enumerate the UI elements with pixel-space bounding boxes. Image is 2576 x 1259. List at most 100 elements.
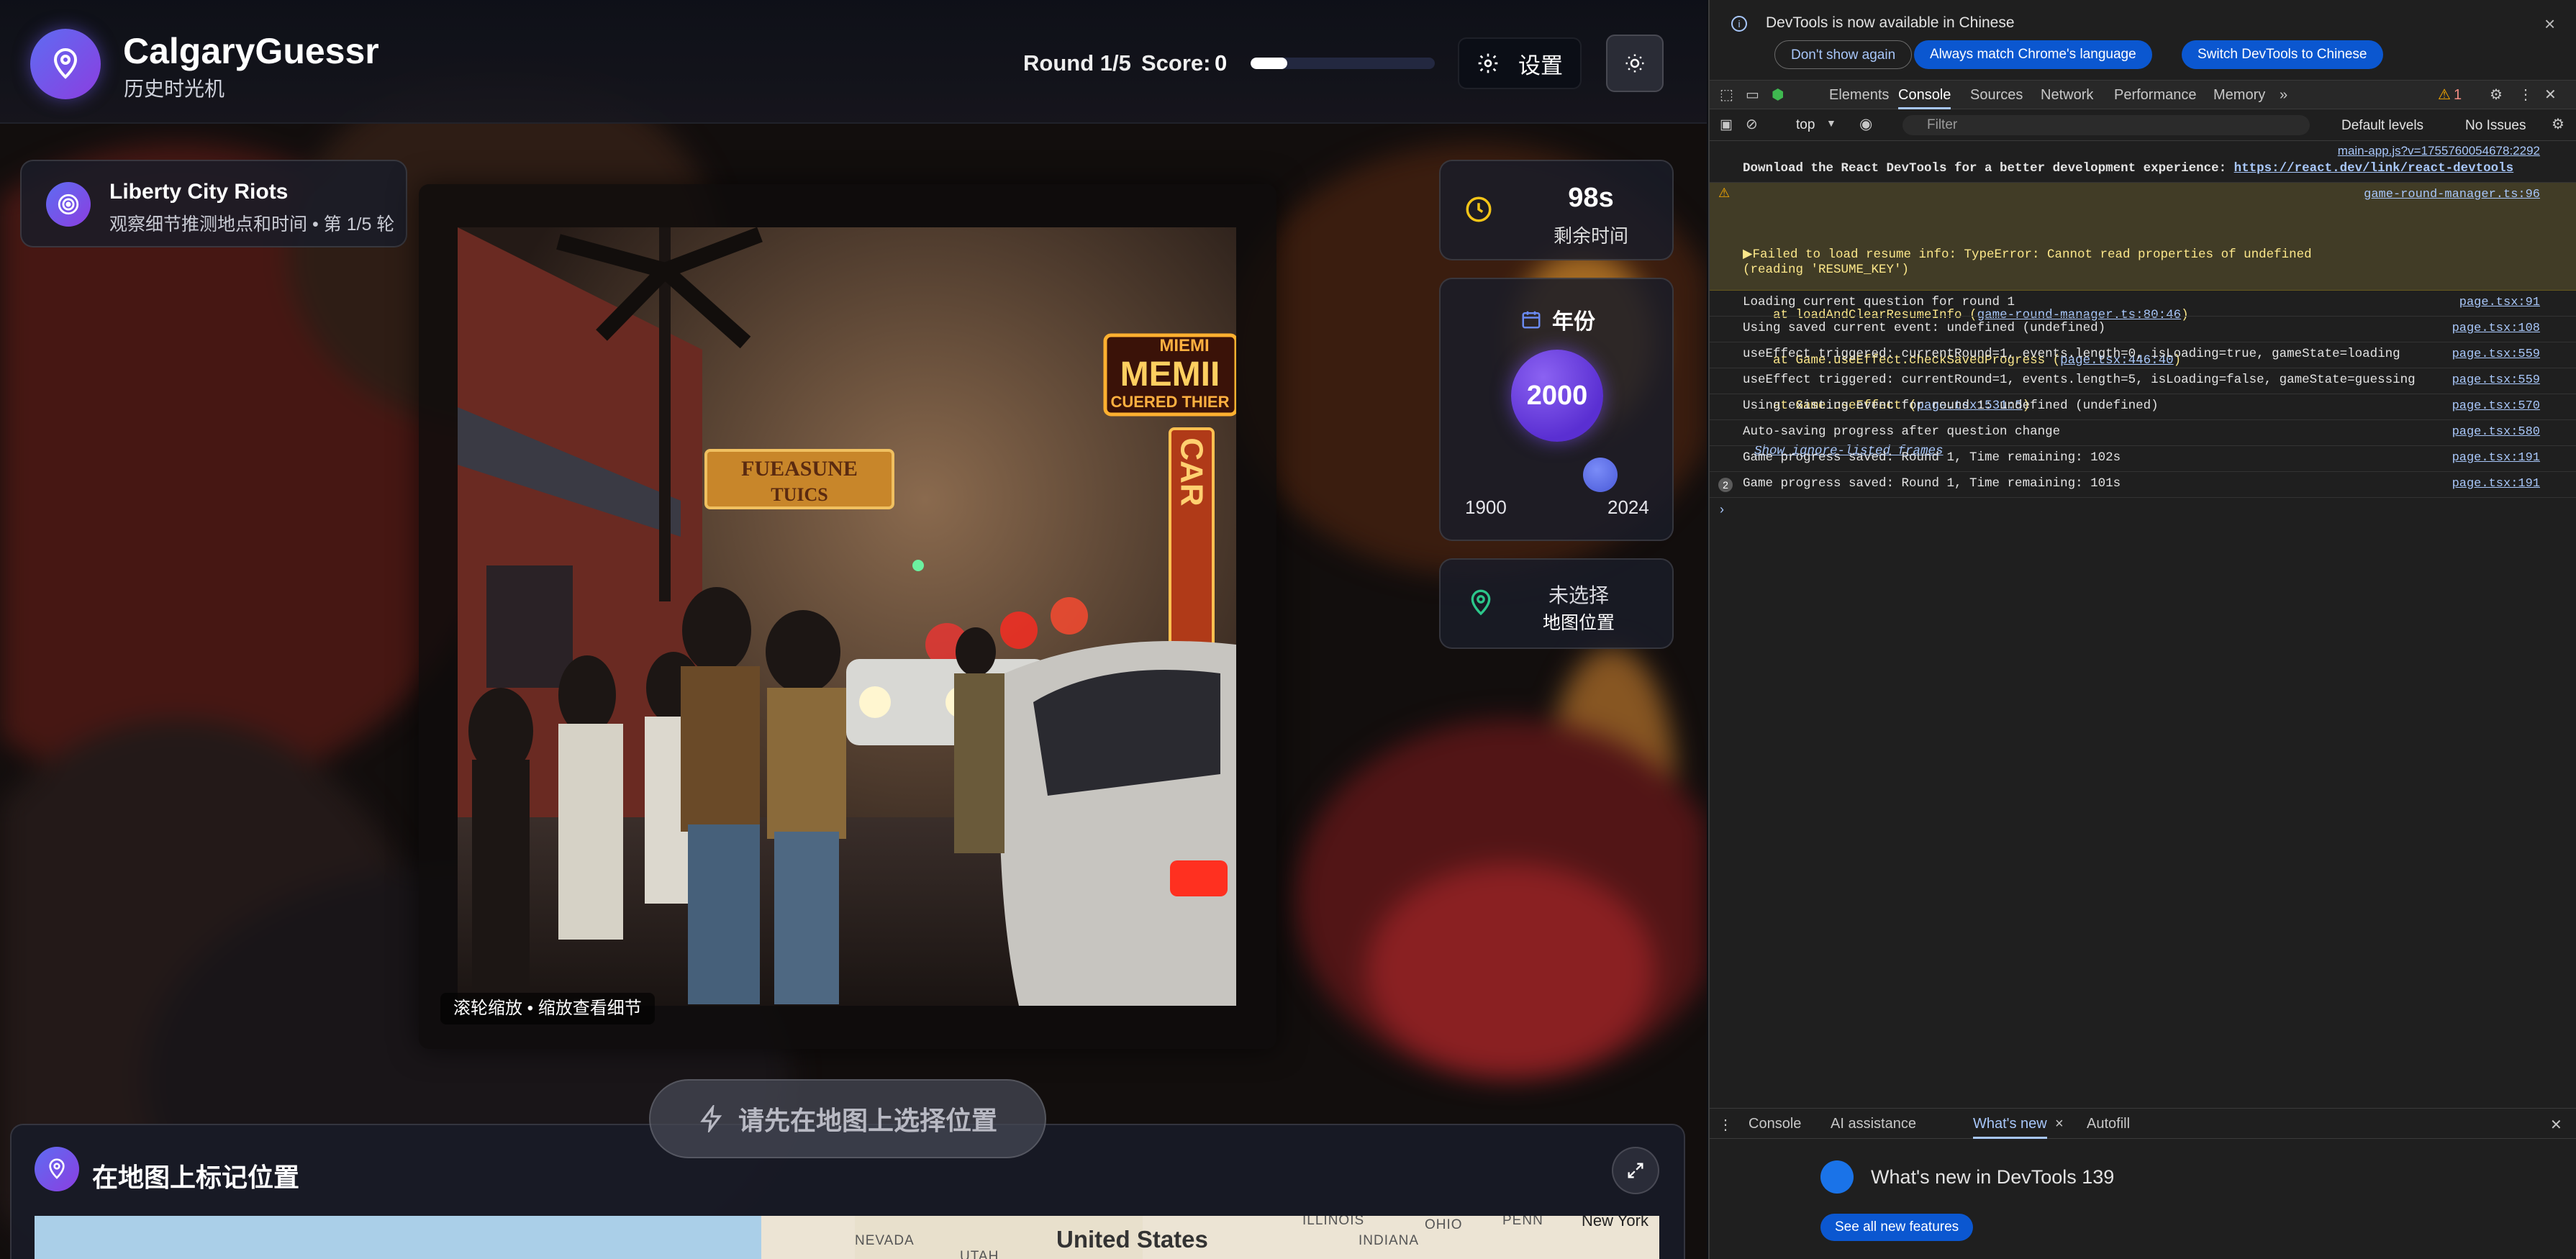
sidebar-toggle-icon[interactable]: ▣ bbox=[1720, 117, 1733, 133]
log-entry: useEffect triggered: currentRound=1, eve… bbox=[1710, 342, 2576, 368]
filter-input[interactable]: Filter bbox=[1902, 115, 2310, 135]
info-icon: i bbox=[1731, 16, 1747, 32]
sun-icon bbox=[1625, 54, 1644, 73]
log-text: Auto-saving progress after question chan… bbox=[1743, 424, 2061, 439]
top-bar: CalgaryGuessr 历史时光机 Round 1/5 Score: 0 设… bbox=[0, 0, 1707, 124]
sign-memii: MEMII bbox=[1120, 355, 1220, 394]
log-text: Game progress saved: Round 1, Time remai… bbox=[1743, 476, 2121, 491]
log-text: useEffect triggered: currentRound=1, eve… bbox=[1743, 373, 2416, 387]
year-slider-thumb[interactable] bbox=[1583, 458, 1618, 492]
eye-icon[interactable]: ◉ bbox=[1859, 115, 1872, 133]
more-tabs-icon[interactable]: » bbox=[2280, 81, 2287, 109]
close-drawer-icon[interactable]: ✕ bbox=[2550, 1116, 2562, 1134]
calendar-icon bbox=[1522, 311, 1541, 329]
device-toggle-icon[interactable]: ▭ bbox=[1746, 81, 1759, 109]
context-select[interactable]: top bbox=[1796, 117, 1815, 133]
log-source[interactable]: page.tsx:191 bbox=[2452, 450, 2540, 465]
log-source[interactable]: page.tsx:559 bbox=[2452, 373, 2540, 388]
log-source[interactable]: page.tsx:559 bbox=[2452, 347, 2540, 362]
log-text: useEffect triggered: currentRound=1, eve… bbox=[1743, 347, 2400, 361]
tab-memory[interactable]: Memory bbox=[2213, 81, 2265, 109]
chrome-devtools-logo-icon bbox=[1820, 1160, 1854, 1194]
sign-miemi: MIEMI bbox=[1159, 336, 1209, 355]
lightning-icon bbox=[700, 1105, 722, 1132]
log-text: Game progress saved: Round 1, Time remai… bbox=[1743, 450, 2121, 465]
warning-count[interactable]: 1 bbox=[2454, 81, 2462, 109]
round-indicator: Round 1/5 bbox=[1023, 50, 1131, 76]
settings-gear-icon[interactable]: ⚙ bbox=[2490, 81, 2503, 109]
round-progress-fill bbox=[1251, 58, 1288, 69]
match-language-button[interactable]: Always match Chrome's language bbox=[1914, 40, 2152, 69]
log-entry: Auto-saving progress after question chan… bbox=[1710, 420, 2576, 446]
timer-value: 98s bbox=[1568, 183, 1614, 213]
drawer-menu-icon[interactable]: ⋮ bbox=[1718, 1116, 1733, 1134]
switch-chinese-button[interactable]: Switch DevTools to Chinese bbox=[2182, 40, 2383, 69]
submit-guess-button[interactable]: 请先在地图上选择位置 bbox=[649, 1079, 1046, 1158]
timer-card: 98s 剩余时间 bbox=[1439, 160, 1674, 260]
settings-label: 设置 bbox=[1518, 53, 1563, 78]
see-all-features-button[interactable]: See all new features bbox=[1820, 1214, 1974, 1241]
drawer-tab-ai[interactable]: AI assistance bbox=[1831, 1116, 1916, 1132]
expand-icon bbox=[1628, 1163, 1643, 1178]
log-text: Loading current question for round 1 bbox=[1743, 295, 2015, 309]
warning-icon: ⚠ bbox=[1718, 187, 1731, 201]
devtools-drawer: ⋮ Console AI assistance What's new × Aut… bbox=[1710, 1108, 2576, 1259]
drawer-tab-whats-new[interactable]: What's new bbox=[1973, 1116, 2047, 1139]
map-label-newyork: New York bbox=[1582, 1216, 1648, 1230]
inspect-icon[interactable]: ⬚ bbox=[1720, 81, 1733, 109]
drawer-tabbar: ⋮ Console AI assistance What's new × Aut… bbox=[1710, 1109, 2576, 1139]
map-label-utah: UTAH bbox=[960, 1249, 999, 1259]
close-icon[interactable]: × bbox=[2544, 13, 2555, 35]
kebab-menu-icon[interactable]: ⋮ bbox=[2518, 81, 2533, 109]
log-entry: Using saved current event: undefined (un… bbox=[1710, 317, 2576, 342]
map-canvas[interactable]: NEVADA UTAH United States ILLINOIS OHIO … bbox=[35, 1216, 1659, 1259]
react-extension-icon[interactable]: ⬢ bbox=[1772, 81, 1784, 109]
chevron-down-icon: ▼ bbox=[1826, 117, 1836, 129]
expand-map-button[interactable] bbox=[1612, 1147, 1659, 1194]
log-source[interactable]: page.tsx:108 bbox=[2452, 321, 2540, 336]
score-label: Score: bbox=[1141, 50, 1211, 76]
log-source[interactable]: game-round-manager.ts:96 bbox=[2364, 187, 2540, 202]
devtools-panel: i DevTools is now available in Chinese ×… bbox=[1708, 0, 2576, 1259]
log-source[interactable]: main-app.js?v=1755760054678:2292 bbox=[2338, 144, 2540, 158]
drawer-tab-console[interactable]: Console bbox=[1749, 1116, 1801, 1132]
log-source[interactable]: page.tsx:191 bbox=[2452, 476, 2540, 491]
drawer-tab-autofill[interactable]: Autofill bbox=[2087, 1116, 2130, 1132]
log-source[interactable]: page.tsx:91 bbox=[2459, 295, 2540, 310]
event-subtitle: 观察细节推测地点和时间 • 第 1/5 轮 bbox=[109, 214, 395, 235]
log-levels-select[interactable]: Default levels bbox=[2341, 118, 2423, 134]
submit-label: 请先在地图上选择位置 bbox=[738, 1106, 997, 1135]
tab-sources[interactable]: Sources bbox=[1970, 81, 2023, 109]
log-source[interactable]: page.tsx:570 bbox=[2452, 399, 2540, 414]
close-tab-icon[interactable]: × bbox=[2055, 1116, 2064, 1132]
log-source[interactable]: page.tsx:580 bbox=[2452, 424, 2540, 440]
issues-count[interactable]: No Issues bbox=[2465, 118, 2526, 134]
dont-show-again-button[interactable]: Don't show again bbox=[1774, 40, 1913, 69]
sign-tuics: TUICS bbox=[771, 484, 827, 505]
repeat-count-badge: 2 bbox=[1718, 478, 1733, 492]
settings-button[interactable]: 设置 bbox=[1458, 37, 1582, 89]
warning-message: ▶Failed to load resume info: TypeError: … bbox=[1743, 247, 2312, 277]
theme-toggle-button[interactable] bbox=[1606, 35, 1664, 92]
historical-photo[interactable]: FUEASUNE TUICS MIEMI MEMII CUERED THIER … bbox=[458, 227, 1236, 1006]
tab-console[interactable]: Console bbox=[1898, 81, 1951, 109]
log-link[interactable]: https://react.dev/link/react-devtools bbox=[2234, 161, 2514, 176]
sign-fueasune: FUEASUNE bbox=[741, 457, 858, 481]
tab-performance[interactable]: Performance bbox=[2114, 81, 2197, 109]
location-status-card: 未选择 地图位置 bbox=[1439, 558, 1674, 649]
year-card: 年份 2000 1900 2024 bbox=[1439, 278, 1674, 541]
warning-icon[interactable]: ⚠ bbox=[2438, 81, 2451, 109]
log-warning-entry: ⚠ game-round-manager.ts:96 ▶Failed to lo… bbox=[1710, 183, 2576, 458]
clock-icon bbox=[1466, 196, 1492, 222]
tab-network[interactable]: Network bbox=[2041, 81, 2093, 109]
location-status-line2: 地图位置 bbox=[1542, 613, 1615, 633]
tab-elements[interactable]: Elements bbox=[1829, 81, 1889, 109]
devtools-language-banner: i DevTools is now available in Chinese ×… bbox=[1710, 0, 2576, 81]
console-settings-icon[interactable]: ⚙ bbox=[2552, 115, 2564, 133]
log-text: Using existing event for round 1: undefi… bbox=[1743, 399, 2159, 413]
console-prompt[interactable]: › bbox=[1710, 498, 2576, 522]
log-entry: Download the React DevTools for a better… bbox=[1710, 157, 2576, 183]
close-devtools-icon[interactable]: ✕ bbox=[2544, 81, 2557, 109]
clear-console-icon[interactable]: ⊘ bbox=[1746, 115, 1758, 133]
game-area: CalgaryGuessr 历史时光机 Round 1/5 Score: 0 设… bbox=[0, 0, 1707, 1259]
